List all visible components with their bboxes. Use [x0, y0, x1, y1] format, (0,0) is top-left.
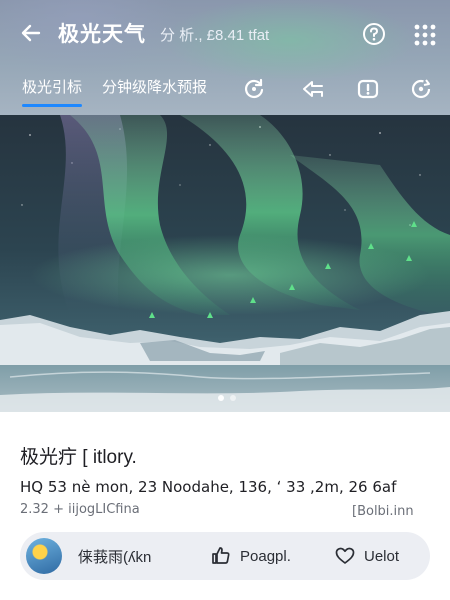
header: 极光天气 分 析., £8.41 tfat 极光引标 分钟级降水预报 [0, 0, 450, 115]
carousel-dot[interactable] [230, 395, 236, 401]
page-title: 极光天气 [58, 23, 146, 46]
forward-icon [303, 81, 323, 97]
avatar[interactable] [26, 538, 62, 574]
back-button[interactable] [14, 16, 48, 50]
tab-bar: 极光引标 分钟级降水预报 [0, 70, 450, 110]
reload-icon [411, 79, 431, 99]
aurora-landscape-image [0, 115, 450, 412]
help-button[interactable] [360, 20, 388, 48]
page-subtitle: 分 析., £8.41 tfat [160, 27, 270, 44]
arrow-left-icon [21, 24, 41, 42]
favorite-label: Uelot [364, 547, 400, 565]
refresh-button[interactable] [241, 76, 267, 102]
menu-button[interactable] [412, 22, 438, 48]
author-name[interactable]: 俫莪雨(ʎkn [78, 546, 151, 567]
like-label: Poagpl. [240, 547, 291, 565]
heart-icon [335, 547, 355, 564]
carousel-dot-active[interactable] [218, 395, 224, 401]
tab-aurora-index[interactable]: 极光引标 [22, 76, 83, 107]
like-button[interactable]: Poagpl. [210, 532, 291, 580]
favorite-button[interactable]: Uelot [334, 532, 399, 580]
refresh-icon [244, 78, 264, 99]
post-card: 极光疔 [ itlory. HQ 53 nè mon, 23 Noodahe, … [0, 412, 450, 600]
tab-minute-precipitation[interactable]: 分钟级降水预报 [102, 76, 207, 97]
grid-menu-icon [414, 24, 436, 46]
reload-button[interactable] [408, 76, 434, 102]
action-bar: 俫莪雨(ʎkn Poagpl. Uelot [20, 532, 430, 580]
post-stats: HQ 53 nè mon, 23 Noodahe, 136, ʻ 33 ,2m,… [20, 478, 397, 496]
carousel-indicator[interactable] [218, 395, 236, 401]
post-title: 极光疔 [ itlory. [20, 447, 137, 468]
alert-icon [357, 79, 379, 99]
help-icon [363, 23, 385, 45]
thumbs-up-icon [212, 547, 230, 564]
app-screen: 极光天气 分 析., £8.41 tfat 极光引标 分钟级降水预报 极光疔 [… [0, 0, 450, 600]
top-bar: 极光天气 分 析., £8.41 tfat [0, 0, 450, 64]
share-button[interactable] [300, 76, 326, 102]
post-meta-right[interactable]: [Bolbi.inn [352, 504, 414, 519]
aurora-photo[interactable] [0, 115, 450, 412]
alert-button[interactable] [355, 76, 381, 102]
post-meta-left: 2.32 + iijogLICfina [20, 502, 140, 517]
